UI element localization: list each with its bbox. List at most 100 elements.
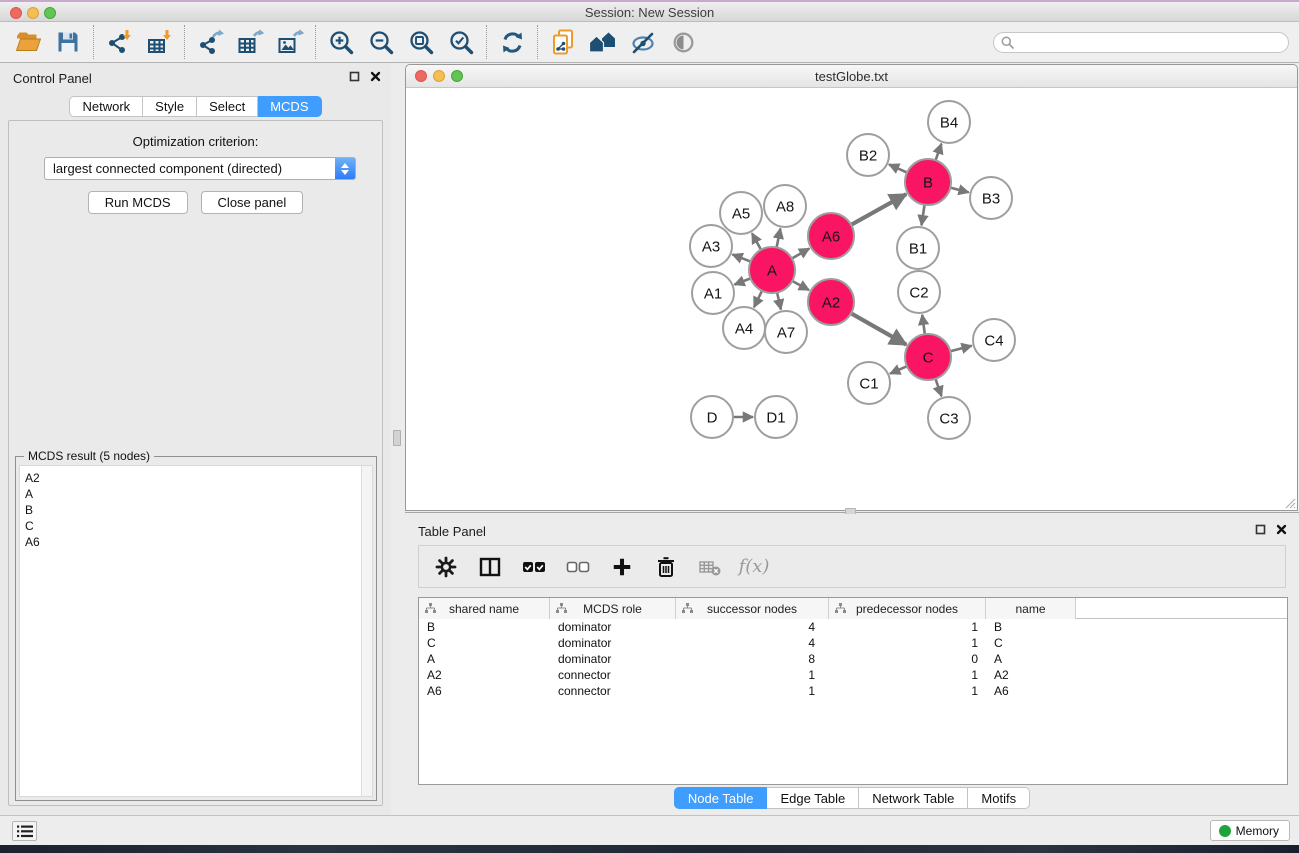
result-item[interactable]: A2 <box>20 470 372 486</box>
select-all-columns-button[interactable] <box>519 552 549 582</box>
network-window-titlebar[interactable]: testGlobe.txt <box>406 65 1297 88</box>
table-row[interactable]: Bdominator41B <box>419 619 1287 635</box>
memory-button[interactable]: Memory <box>1210 820 1290 841</box>
deselect-all-columns-button[interactable] <box>563 552 593 582</box>
node-A4[interactable]: A4 <box>723 307 765 349</box>
show-column-panel-button[interactable] <box>475 552 505 582</box>
node-A2[interactable]: A2 <box>808 279 854 325</box>
column-header-predecessor-nodes[interactable]: predecessor nodes <box>829 598 986 619</box>
node-A5[interactable]: A5 <box>720 192 762 234</box>
export-network-button[interactable] <box>190 24 230 60</box>
edge-A2-C[interactable] <box>850 313 906 345</box>
close-panel-button[interactable]: Close panel <box>201 191 304 214</box>
mcds-result-listbox[interactable]: A2ABCA6 <box>19 465 373 797</box>
close-panel-icon[interactable] <box>370 71 381 82</box>
node-C1[interactable]: C1 <box>848 362 890 404</box>
node-C3[interactable]: C3 <box>928 397 970 439</box>
node-A[interactable]: A <box>749 247 795 293</box>
node-A1[interactable]: A1 <box>692 272 734 314</box>
network-canvas[interactable]: B4B2BB3A5A8A6A3B1AA1C2A2A4A7CC4C1C3DD1 <box>406 88 1297 510</box>
table-row[interactable]: A2connector11A2 <box>419 667 1287 683</box>
export-table-button[interactable] <box>230 24 270 60</box>
hide-graphics-details-button[interactable] <box>623 24 663 60</box>
function-builder-button[interactable]: f(x) <box>739 552 769 582</box>
task-history-button[interactable] <box>12 821 37 841</box>
edge-C-C4[interactable] <box>949 346 971 352</box>
result-item[interactable]: C <box>20 518 372 534</box>
edge-A-A7[interactable] <box>777 291 781 309</box>
table-row[interactable]: Cdominator41C <box>419 635 1287 651</box>
run-mcds-button[interactable]: Run MCDS <box>88 191 188 214</box>
export-image-button[interactable] <box>270 24 310 60</box>
node-C4[interactable]: C4 <box>973 319 1015 361</box>
import-network-button[interactable] <box>99 24 139 60</box>
result-item[interactable]: A6 <box>20 534 372 550</box>
edge-A-A8[interactable] <box>776 229 780 249</box>
node-D1[interactable]: D1 <box>755 396 797 438</box>
tab-network[interactable]: Network <box>69 96 143 117</box>
open-session-button[interactable] <box>8 24 48 60</box>
node-A8[interactable]: A8 <box>764 185 806 227</box>
edge-A6-B[interactable] <box>850 194 906 225</box>
refresh-layout-button[interactable] <box>492 24 532 60</box>
import-table-button[interactable] <box>139 24 179 60</box>
float-panel-icon[interactable] <box>1255 524 1266 535</box>
node-B3[interactable]: B3 <box>970 177 1012 219</box>
table-row[interactable]: Adominator80A <box>419 651 1287 667</box>
node-A7[interactable]: A7 <box>765 311 807 353</box>
tab-mcds[interactable]: MCDS <box>258 96 321 117</box>
node-B4[interactable]: B4 <box>928 101 970 143</box>
search-input[interactable] <box>1018 36 1288 50</box>
column-header-successor-nodes[interactable]: successor nodes <box>676 598 829 619</box>
zoom-selected-button[interactable] <box>441 24 481 60</box>
result-item[interactable]: B <box>20 502 372 518</box>
table-settings-button[interactable] <box>431 552 461 582</box>
node-table[interactable]: shared nameMCDS rolesuccessor nodesprede… <box>418 597 1288 785</box>
clone-network-button[interactable] <box>543 24 583 60</box>
edge-A-A2[interactable] <box>791 280 809 290</box>
edge-A-A6[interactable] <box>791 248 809 259</box>
close-panel-icon[interactable] <box>1276 524 1287 535</box>
save-session-button[interactable] <box>48 24 88 60</box>
node-B[interactable]: B <box>905 159 951 205</box>
node-C[interactable]: C <box>905 334 951 380</box>
edge-B-B3[interactable] <box>949 187 968 192</box>
column-header-mcds-role[interactable]: MCDS role <box>550 598 676 619</box>
resize-grip-icon[interactable] <box>1283 496 1296 509</box>
tab-edge-table[interactable]: Edge Table <box>767 787 859 809</box>
edge-B-B4[interactable] <box>935 144 941 162</box>
vertical-split-handle[interactable] <box>393 430 401 446</box>
edge-B-B1[interactable] <box>921 204 924 226</box>
node-B2[interactable]: B2 <box>847 134 889 176</box>
node-C2[interactable]: C2 <box>898 271 940 313</box>
edge-A-A4[interactable] <box>754 290 762 307</box>
edge-A-A5[interactable] <box>752 233 762 250</box>
float-panel-icon[interactable] <box>349 71 360 82</box>
delete-column-button[interactable] <box>651 552 681 582</box>
tab-style[interactable]: Style <box>143 96 197 117</box>
node-A6[interactable]: A6 <box>808 213 854 259</box>
result-item[interactable]: A <box>20 486 372 502</box>
tab-network-table[interactable]: Network Table <box>859 787 968 809</box>
edge-C-C2[interactable] <box>922 315 925 335</box>
edge-A-A3[interactable] <box>732 254 751 262</box>
column-header-name[interactable]: name <box>986 598 1076 619</box>
edge-A-A1[interactable] <box>734 278 751 285</box>
tab-select[interactable]: Select <box>197 96 258 117</box>
home-button[interactable] <box>583 24 623 60</box>
edge-B-B2[interactable] <box>889 164 908 173</box>
optimization-criterion-select[interactable]: largest connected component (directed) <box>44 157 356 180</box>
zoom-out-button[interactable] <box>361 24 401 60</box>
zoom-fit-button[interactable] <box>401 24 441 60</box>
column-header-shared-name[interactable]: shared name <box>419 598 550 619</box>
edge-C-C1[interactable] <box>890 366 908 374</box>
create-column-button[interactable] <box>607 552 637 582</box>
delete-table-button[interactable] <box>695 552 725 582</box>
show-graphics-details-button[interactable] <box>663 24 703 60</box>
tab-motifs[interactable]: Motifs <box>968 787 1030 809</box>
table-row[interactable]: A6connector11A6 <box>419 683 1287 699</box>
tab-node-table[interactable]: Node Table <box>674 787 768 809</box>
zoom-in-button[interactable] <box>321 24 361 60</box>
edge-C-C3[interactable] <box>935 378 941 396</box>
node-A3[interactable]: A3 <box>690 225 732 267</box>
